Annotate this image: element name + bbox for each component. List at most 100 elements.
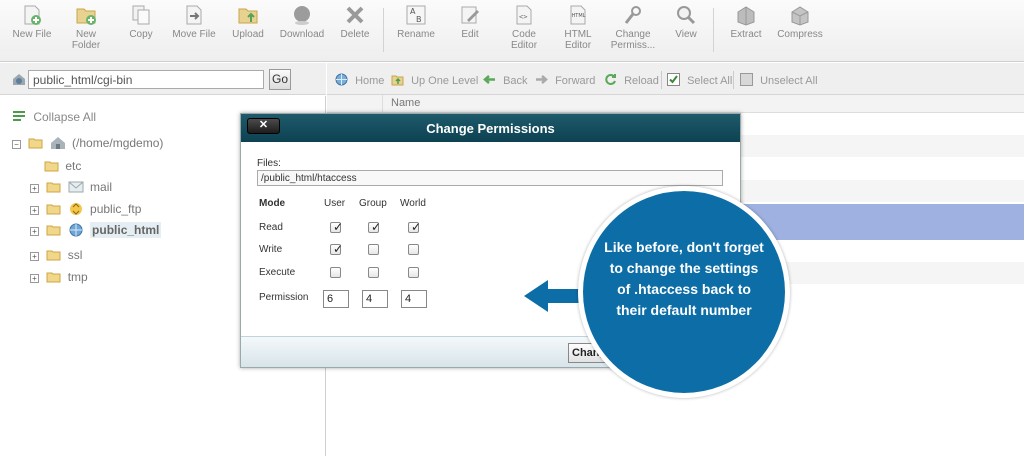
folder-icon: [46, 250, 61, 261]
folder-icon: [46, 272, 61, 283]
upload-icon: [238, 8, 258, 24]
download-button[interactable]: Download: [276, 4, 328, 40]
change-permissions-button[interactable]: Change Permiss...: [606, 4, 660, 51]
expander-icon[interactable]: +: [30, 252, 39, 261]
expander-icon[interactable]: +: [30, 184, 39, 193]
file-row[interactable]: [740, 180, 1024, 202]
world-header: World: [400, 198, 426, 209]
execute-user-checkbox[interactable]: ✓: [330, 267, 341, 278]
upload-button[interactable]: Upload: [228, 4, 268, 40]
file-row-selected[interactable]: [740, 204, 1024, 240]
check-icon: ✓: [333, 242, 344, 256]
file-row[interactable]: [740, 135, 1024, 157]
back-button[interactable]: Back: [483, 73, 528, 87]
select-all-button[interactable]: Select All: [667, 73, 732, 87]
checkbox-empty-icon: [740, 73, 753, 86]
tree-item-tmp[interactable]: + tmp: [30, 270, 88, 284]
tree-item-public-ftp[interactable]: + public_ftp: [30, 202, 141, 216]
navigation-bar: Home Up One Level Back Forward Reload Se…: [327, 63, 1024, 95]
tree-item-home[interactable]: − (/home/mgdemo): [12, 136, 163, 150]
name-column-header[interactable]: Name: [391, 97, 420, 109]
up-one-level-icon: [391, 75, 404, 86]
tree-item-etc[interactable]: etc: [44, 159, 81, 173]
files-label: Files:: [257, 158, 281, 169]
svg-text:HTML: HTML: [572, 13, 586, 19]
permission-world-input[interactable]: [401, 290, 427, 308]
permission-user-input[interactable]: [323, 290, 349, 308]
new-file-button[interactable]: New File: [8, 4, 56, 40]
compress-icon: [791, 6, 809, 26]
path-input[interactable]: [28, 70, 264, 89]
tree-item-mail[interactable]: + mail: [30, 180, 112, 194]
up-one-level-button[interactable]: Up One Level: [391, 73, 478, 87]
go-button[interactable]: Go: [269, 69, 291, 90]
reload-button[interactable]: Reload: [604, 73, 659, 87]
copy-button[interactable]: Copy: [120, 4, 162, 40]
home-path-icon: [13, 74, 25, 85]
collapse-all-button[interactable]: Collapse All: [12, 110, 96, 124]
home-globe-icon: [335, 73, 348, 86]
delete-button[interactable]: Delete: [336, 4, 374, 40]
tree-item-public-html[interactable]: + public_html: [30, 222, 162, 238]
compress-button[interactable]: Compress: [774, 4, 826, 40]
ftp-icon: [69, 203, 82, 215]
view-button[interactable]: View: [670, 4, 702, 40]
execute-world-checkbox[interactable]: ✓: [408, 267, 419, 278]
folder-icon: [44, 161, 59, 172]
move-file-button[interactable]: Move File: [168, 4, 220, 40]
home-button[interactable]: Home: [335, 73, 384, 87]
check-icon: ✓: [333, 220, 344, 234]
mode-header: Mode: [259, 198, 286, 209]
html-editor-button[interactable]: HTML HTML Editor: [558, 4, 598, 51]
rename-icon: AB: [406, 5, 426, 25]
toolbar-separator: [383, 8, 384, 52]
expander-icon[interactable]: −: [12, 140, 21, 149]
group-header: Group: [359, 198, 387, 209]
forward-arrow-icon: [536, 75, 548, 84]
write-world-checkbox[interactable]: ✓: [408, 244, 419, 255]
execute-label: Execute: [259, 267, 296, 278]
folder-open-icon: [28, 138, 43, 149]
write-label: Write: [259, 244, 283, 255]
write-group-checkbox[interactable]: ✓: [368, 244, 379, 255]
expander-icon[interactable]: +: [30, 274, 39, 283]
delete-icon: [346, 6, 364, 24]
folder-icon: [46, 225, 61, 236]
toolbar: New File New Folder Copy Move File Uploa…: [0, 0, 1024, 62]
globe-icon: [69, 223, 83, 237]
copy-icon: [132, 5, 150, 25]
edit-button[interactable]: Edit: [452, 4, 488, 40]
write-user-checkbox[interactable]: ✓: [330, 242, 344, 256]
check-icon: ✓: [371, 220, 382, 234]
checkbox-checked-icon: [667, 73, 680, 86]
expander-icon[interactable]: +: [30, 227, 39, 236]
change-permissions-icon: [624, 6, 641, 24]
files-field[interactable]: [257, 170, 723, 186]
dialog-title: Change Permissions: [426, 121, 555, 136]
read-user-checkbox[interactable]: ✓: [330, 220, 344, 234]
permission-group-input[interactable]: [362, 290, 388, 308]
execute-group-checkbox[interactable]: ✓: [368, 267, 379, 278]
new-folder-button[interactable]: New Folder: [63, 4, 109, 51]
move-file-icon: [186, 5, 202, 25]
read-world-checkbox[interactable]: ✓: [408, 220, 422, 234]
check-icon: ✓: [411, 220, 422, 234]
read-label: Read: [259, 222, 283, 233]
read-group-checkbox[interactable]: ✓: [368, 220, 382, 234]
mail-icon: [68, 181, 84, 193]
folder-icon: [46, 204, 61, 215]
unselect-all-button[interactable]: Unselect All: [740, 73, 818, 87]
rename-button[interactable]: AB Rename: [394, 4, 438, 40]
tree-item-ssl[interactable]: + ssl: [30, 248, 82, 262]
forward-button[interactable]: Forward: [535, 73, 595, 87]
new-file-icon: [24, 5, 41, 25]
nav-separator: [661, 71, 662, 89]
toolbar-separator: [713, 8, 714, 52]
expander-icon[interactable]: +: [30, 206, 39, 215]
nav-separator: [733, 71, 734, 89]
html-editor-icon: HTML: [570, 5, 586, 25]
code-editor-button[interactable]: <> Code Editor: [504, 4, 544, 51]
edit-icon: [461, 6, 479, 24]
path-bar: Go: [0, 63, 326, 95]
extract-button[interactable]: Extract: [726, 4, 766, 40]
